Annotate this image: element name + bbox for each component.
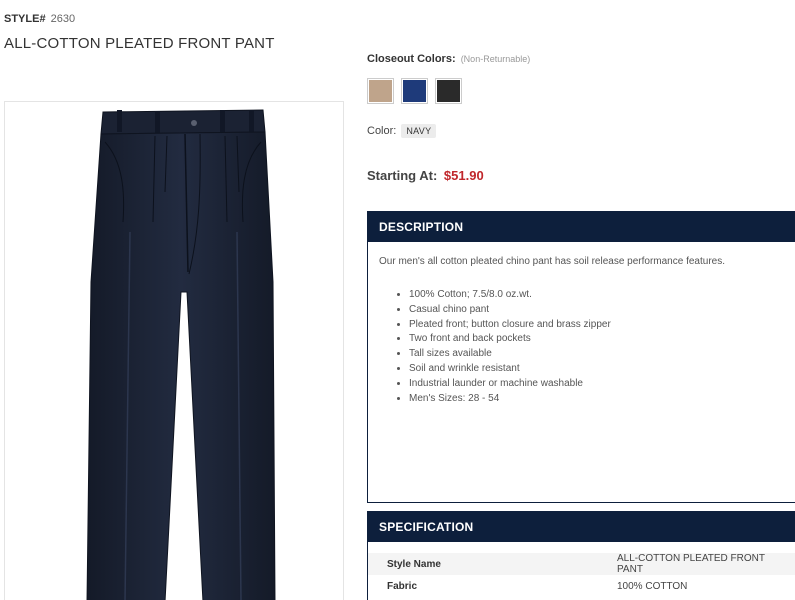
starting-price: Starting At: $51.90 xyxy=(367,168,484,183)
selected-color: Color: NAVY xyxy=(367,124,437,138)
style-label: STYLE# xyxy=(4,13,46,25)
description-intro: Our men's all cotton pleated chino pant … xyxy=(379,256,725,267)
spec-key: Fabric xyxy=(387,580,418,592)
closeout-label: Closeout Colors: xyxy=(367,53,456,65)
spec-key: Style Name xyxy=(368,553,611,575)
pant-illustration xyxy=(86,109,276,600)
swatch-fill xyxy=(369,80,392,102)
color-swatches xyxy=(367,78,462,104)
feature-item: Soil and wrinkle resistant xyxy=(409,362,795,377)
specification-table: Style Name ALL-COTTON PLEATED FRONT PANT F… xyxy=(368,553,795,597)
swatch-black[interactable] xyxy=(435,78,462,104)
spec-value: 100% COTTON xyxy=(617,580,688,592)
description-panel: DESCRIPTION Our men's all cotton pleated… xyxy=(367,211,795,503)
closeout-note: (Non-Returnable) xyxy=(460,54,531,64)
price-value: $51.90 xyxy=(443,168,484,183)
style-number: STYLE# 2630 xyxy=(4,13,75,25)
specification-heading: SPECIFICATION xyxy=(368,512,795,542)
feature-list: 100% Cotton; 7.5/8.0 oz.wt.Casual chino … xyxy=(368,267,795,406)
color-label: Color: xyxy=(367,125,397,137)
feature-item: Men's Sizes: 28 - 54 xyxy=(409,392,795,407)
spec-value: ALL-COTTON PLEATED FRONT PANT xyxy=(611,553,795,575)
description-heading: DESCRIPTION xyxy=(368,212,795,242)
swatch-fill xyxy=(437,80,460,102)
spec-row: Style Name ALL-COTTON PLEATED FRONT PANT xyxy=(368,553,795,575)
feature-item: Casual chino pant xyxy=(409,303,795,318)
feature-item: Industrial launder or machine washable xyxy=(409,377,795,392)
spec-row: Fabric 100% COTTON xyxy=(368,575,795,597)
specification-panel: SPECIFICATION Style Name ALL-COTTON PLEAT… xyxy=(367,511,795,600)
price-label: Starting At: xyxy=(367,168,438,183)
style-number-value: 2630 xyxy=(50,13,76,25)
feature-item: 100% Cotton; 7.5/8.0 oz.wt. xyxy=(409,288,795,303)
closeout-colors: Closeout Colors: (Non-Returnable) xyxy=(367,53,530,65)
swatch-fill xyxy=(403,80,426,102)
swatch-navy[interactable] xyxy=(401,78,428,104)
swatch-khaki[interactable] xyxy=(367,78,394,104)
feature-item: Tall sizes available xyxy=(409,347,795,362)
feature-item: Pleated front; button closure and brass … xyxy=(409,318,795,333)
color-badge: NAVY xyxy=(401,124,437,138)
product-image[interactable] xyxy=(4,101,344,600)
feature-item: Two front and back pockets xyxy=(409,332,795,347)
product-title: ALL-COTTON PLEATED FRONT PANT xyxy=(4,35,275,52)
